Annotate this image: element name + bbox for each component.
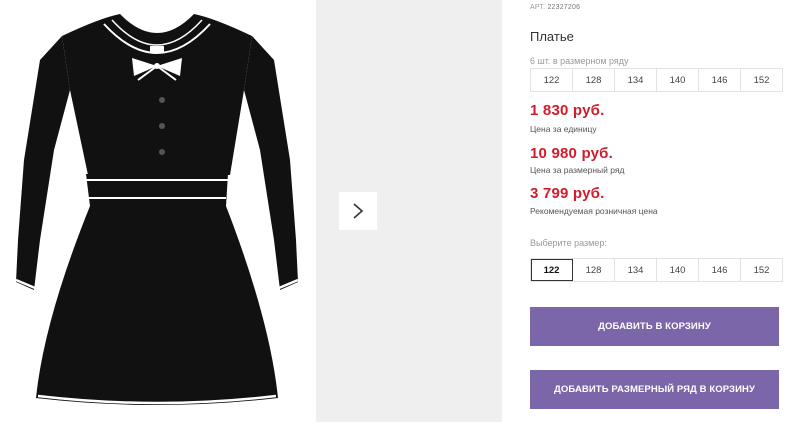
product-gallery (0, 0, 502, 430)
size-option-122[interactable]: 122 (531, 259, 573, 281)
size-option-140[interactable]: 140 (657, 259, 699, 281)
size-option-128[interactable]: 128 (573, 259, 615, 281)
pack-size: 134 (615, 69, 657, 91)
unit-price-caption: Цена за единицу (530, 124, 597, 134)
product-title: Платье (530, 29, 574, 44)
size-option-152[interactable]: 152 (741, 259, 782, 281)
retail-price-caption: Рекомендуемая розничная цена (530, 206, 658, 216)
next-photo-button[interactable] (339, 192, 377, 230)
article-value: 22327206 (547, 4, 581, 11)
pack-size: 140 (657, 69, 699, 91)
article-number: АРТ. 22327206 (530, 4, 580, 11)
pack-price-caption: Цена за размерный ряд (530, 165, 625, 175)
pack-size-list: 122 128 134 140 146 152 (530, 68, 783, 92)
size-selector: 122 128 134 140 146 152 (530, 258, 783, 282)
article-label: АРТ. (530, 4, 546, 11)
size-option-134[interactable]: 134 (615, 259, 657, 281)
retail-price: 3 799 руб. (530, 185, 605, 202)
pack-size: 122 (531, 69, 573, 91)
dress-image (15, 14, 299, 405)
chevron-right-icon (353, 203, 364, 219)
add-pack-to-cart-button[interactable]: ДОБАВИТЬ РАЗМЕРНЫЙ РЯД В КОРЗИНУ (530, 370, 779, 409)
pack-caption: 6 шт. в размерном ряду (530, 56, 629, 66)
size-select-caption: Выберите размер: (530, 238, 607, 248)
pack-size: 152 (753, 74, 770, 86)
unit-price: 1 830 руб. (530, 102, 605, 119)
product-photo[interactable] (0, 0, 314, 422)
add-to-cart-button[interactable]: ДОБАВИТЬ В КОРЗИНУ (530, 307, 779, 346)
pack-price: 10 980 руб. (530, 145, 613, 162)
pack-size: 146 (699, 69, 741, 91)
size-option-146[interactable]: 146 (699, 259, 741, 281)
pack-size: 128 (573, 69, 615, 91)
